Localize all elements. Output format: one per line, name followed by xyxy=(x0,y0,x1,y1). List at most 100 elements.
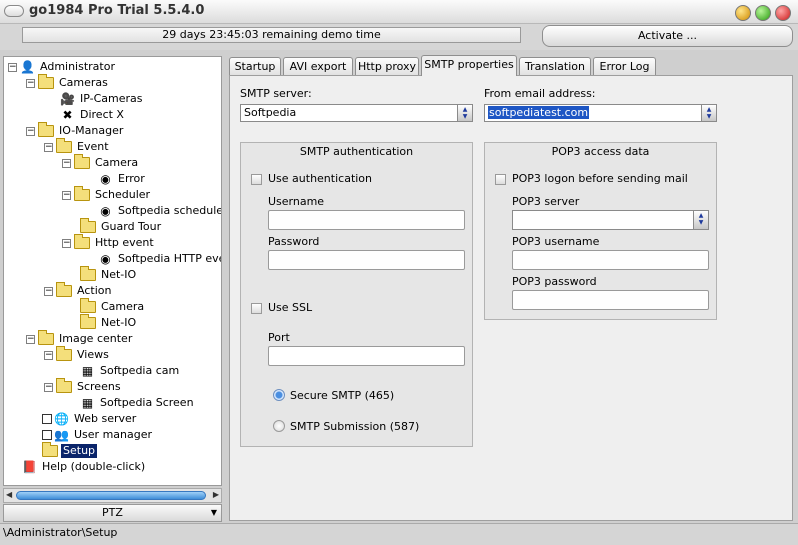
tree-horizontal-scrollbar[interactable]: ◀ ▶ xyxy=(3,488,222,503)
tree-item-scheduler[interactable]: − Scheduler xyxy=(62,186,152,203)
navigation-tree[interactable]: − 👤 Administrator − Cameras 🎥 IP-Cameras… xyxy=(3,56,222,486)
smtp-server-label: SMTP server: xyxy=(240,87,312,100)
web-server-checkbox[interactable] xyxy=(42,414,52,424)
tab-avi-export[interactable]: AVI export xyxy=(283,57,353,76)
smtp-submission-label: SMTP Submission (587) xyxy=(290,420,420,433)
from-email-select[interactable]: softpediatest.com ▲ ▼ xyxy=(484,104,717,122)
pop3-username-label: POP3 username xyxy=(512,235,600,248)
smtp-authentication-group: SMTP authentication Use authentication U… xyxy=(240,142,473,447)
tree-item-event[interactable]: − Event xyxy=(44,138,111,155)
smtp-server-select[interactable]: Softpedia ▲ ▼ xyxy=(240,104,473,122)
tab-smtp-properties[interactable]: SMTP properties xyxy=(421,55,517,76)
username-field[interactable] xyxy=(268,210,465,230)
use-ssl-label: Use SSL xyxy=(268,301,313,314)
tree-item-event-camera[interactable]: − Camera xyxy=(62,154,140,171)
screen-grid-icon: ▦ xyxy=(81,395,94,410)
status-path: \Administrator\Setup xyxy=(3,526,118,539)
ptz-label: PTZ xyxy=(102,506,123,519)
tree-item-io-manager[interactable]: − IO-Manager xyxy=(26,122,125,139)
password-label: Password xyxy=(268,235,320,248)
tree-item-softpedia-http-event[interactable]: ◉ Softpedia HTTP event xyxy=(98,251,221,267)
tree-item-administrator[interactable]: − 👤 Administrator xyxy=(8,59,117,75)
spinner-icon[interactable]: ▲ ▼ xyxy=(457,105,472,121)
pop3-username-field[interactable] xyxy=(512,250,709,270)
scroll-thumb[interactable] xyxy=(16,491,206,500)
from-email-label: From email address: xyxy=(484,87,596,100)
activate-button[interactable]: Activate ... xyxy=(542,25,793,47)
use-ssl-checkbox[interactable] xyxy=(251,303,262,314)
use-authentication-label: Use authentication xyxy=(268,172,373,185)
tree-item-views[interactable]: − Views xyxy=(44,346,111,363)
window-menu-icon[interactable] xyxy=(4,5,24,17)
smtp-submission-radio[interactable] xyxy=(273,420,285,432)
spinner-icon[interactable]: ▲ ▼ xyxy=(693,211,708,229)
pop3-password-field[interactable] xyxy=(512,290,709,310)
tab-startup[interactable]: Startup xyxy=(229,57,281,76)
folder-open-icon xyxy=(56,378,72,393)
event-icon: ◉ xyxy=(100,251,111,266)
tree-item-error[interactable]: ◉ Error xyxy=(98,171,147,187)
spinner-icon[interactable]: ▲ ▼ xyxy=(701,105,716,121)
pop3-server-select[interactable]: ▲ ▼ xyxy=(512,210,709,230)
tree-item-user-manager[interactable]: 👥 User manager xyxy=(42,427,154,443)
use-authentication-checkbox[interactable] xyxy=(251,174,262,185)
collapse-icon[interactable]: − xyxy=(44,382,53,392)
collapse-icon[interactable]: − xyxy=(26,126,35,136)
tree-item-event-net-io[interactable]: Net-IO xyxy=(80,266,138,283)
secure-smtp-label: Secure SMTP (465) xyxy=(290,389,395,402)
folder-icon xyxy=(80,298,96,313)
folder-open-icon xyxy=(38,122,54,137)
tree-item-screens[interactable]: − Screens xyxy=(44,378,123,395)
maximize-button[interactable] xyxy=(755,5,771,21)
collapse-icon[interactable]: − xyxy=(26,334,35,344)
administrator-icon: 👤 xyxy=(20,59,35,74)
collapse-icon[interactable]: − xyxy=(62,190,71,200)
chevron-down-icon: ▼ xyxy=(210,508,217,517)
collapse-icon[interactable]: − xyxy=(44,350,53,360)
tree-item-image-center[interactable]: − Image center xyxy=(26,330,134,347)
demo-time-remaining: 29 days 23:45:03 remaining demo time xyxy=(22,27,521,43)
globe-icon: 🌐 xyxy=(54,411,69,426)
folder-locked-icon xyxy=(80,218,96,233)
folder-icon xyxy=(80,314,96,329)
user-manager-checkbox[interactable] xyxy=(42,430,52,440)
tree-item-action-net-io[interactable]: Net-IO xyxy=(80,314,138,331)
tree-item-softpedia-screen[interactable]: ▦ Softpedia Screen xyxy=(80,395,196,411)
scroll-left-icon[interactable]: ◀ xyxy=(6,490,12,499)
secure-smtp-radio[interactable] xyxy=(273,389,285,401)
tree-item-softpedia-schedule[interactable]: ◉ Softpedia schedule xyxy=(98,203,221,219)
tab-error-log[interactable]: Error Log xyxy=(593,57,656,76)
tree-item-cameras[interactable]: − Cameras xyxy=(26,74,110,91)
directx-icon: ✖ xyxy=(62,107,73,122)
ptz-dropdown[interactable]: PTZ ▼ xyxy=(3,504,222,522)
collapse-icon[interactable]: − xyxy=(44,142,53,152)
tree-item-ip-cameras[interactable]: 🎥 IP-Cameras xyxy=(60,91,145,107)
tree-item-guard-tour[interactable]: Guard Tour xyxy=(80,218,163,235)
folder-open-icon xyxy=(74,234,90,249)
collapse-icon[interactable]: − xyxy=(62,158,71,168)
collapse-icon[interactable]: − xyxy=(44,286,53,296)
tree-item-help[interactable]: 📕 Help (double-click) xyxy=(22,459,147,475)
tree-item-web-server[interactable]: 🌐 Web server xyxy=(42,411,138,427)
tab-translation[interactable]: Translation xyxy=(519,57,591,76)
tree-item-action-camera[interactable]: Camera xyxy=(80,298,146,315)
tree-item-direct-x[interactable]: ✖ Direct X xyxy=(60,107,126,123)
minimize-button[interactable] xyxy=(735,5,751,21)
tree-item-setup[interactable]: Setup xyxy=(42,442,98,459)
password-field[interactable] xyxy=(268,250,465,270)
pop3-logon-checkbox[interactable] xyxy=(495,174,506,185)
collapse-icon[interactable]: − xyxy=(62,238,71,248)
close-button[interactable] xyxy=(775,5,791,21)
collapse-icon[interactable]: − xyxy=(26,78,35,88)
tab-http-proxy[interactable]: Http proxy xyxy=(355,57,419,76)
tree-item-softpedia-cam[interactable]: ▦ Softpedia cam xyxy=(80,363,181,379)
smtp-properties-panel: SMTP server: Softpedia ▲ ▼ From email add… xyxy=(229,75,793,521)
tree-item-action[interactable]: − Action xyxy=(44,282,113,299)
pop3-access-title: POP3 access data xyxy=(551,145,650,158)
pop3-access-group: POP3 access data POP3 logon before sendi… xyxy=(484,142,717,320)
port-field[interactable] xyxy=(268,346,465,366)
collapse-icon[interactable]: − xyxy=(8,62,17,72)
tree-item-http-event[interactable]: − Http event xyxy=(62,234,156,251)
ip-camera-icon: 🎥 xyxy=(60,91,75,106)
scroll-right-icon[interactable]: ▶ xyxy=(213,490,219,499)
